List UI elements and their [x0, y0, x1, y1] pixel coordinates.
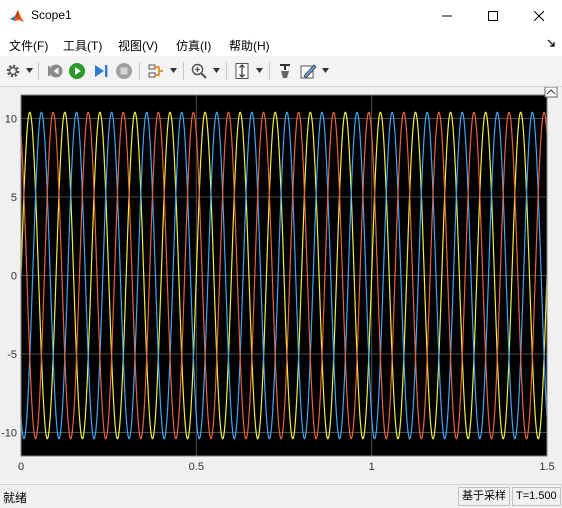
autoscale-icon	[235, 63, 249, 79]
style-icon	[300, 64, 317, 79]
undock-icon[interactable]	[544, 86, 558, 98]
pin-icon[interactable]	[546, 38, 556, 48]
status-text: 就绪	[3, 491, 28, 505]
y-tick-label: -10	[1, 427, 17, 439]
chevron-down-icon[interactable]	[322, 68, 329, 73]
signal-select-icon	[148, 64, 163, 78]
signal-select-button[interactable]	[146, 61, 166, 81]
step-forward-button[interactable]	[91, 61, 111, 81]
chevron-down-icon[interactable]	[256, 68, 263, 73]
zoom-icon	[191, 63, 207, 79]
y-tick-label: 0	[11, 271, 17, 283]
maximize-icon	[488, 11, 498, 21]
stop-button[interactable]	[114, 61, 134, 81]
zoom-button[interactable]	[189, 61, 209, 81]
highlight-button[interactable]	[275, 61, 295, 81]
minimize-icon	[442, 15, 452, 17]
minimize-button[interactable]	[424, 0, 470, 32]
settings-button[interactable]	[3, 61, 23, 81]
toolbar-separator	[269, 62, 270, 80]
sample-mode-label: 基于采样	[458, 487, 510, 506]
step-back-button[interactable]	[45, 61, 65, 81]
y-tick-label: 5	[11, 192, 17, 204]
plot-area: 0 0.5 1 1.5 10 5 0 -5 -10	[0, 86, 562, 483]
run-button[interactable]	[67, 61, 87, 81]
toolbar-separator	[139, 62, 140, 80]
menu-view[interactable]: 视图(V)	[118, 37, 158, 54]
gear-icon	[6, 64, 20, 78]
status-bar: 就绪 基于采样 T=1.500	[0, 484, 562, 508]
chevron-down-icon[interactable]	[170, 68, 177, 73]
step-back-icon	[48, 64, 63, 78]
x-tick-label: 0	[18, 461, 24, 473]
toolbar-separator	[38, 62, 39, 80]
stop-icon	[116, 63, 132, 79]
y-tick-label: -5	[7, 349, 17, 361]
run-icon	[69, 63, 85, 79]
toolbar-separator	[183, 62, 184, 80]
menu-simulation[interactable]: 仿真(I)	[176, 37, 211, 54]
menu-bar: 文件(F) 工具(T) 视图(V) 仿真(I) 帮助(H)	[0, 32, 562, 56]
x-tick-label: 0.5	[189, 461, 204, 473]
menu-help[interactable]: 帮助(H)	[229, 37, 270, 54]
window-title: Scope1	[31, 8, 72, 22]
toolbar-separator	[226, 62, 227, 80]
x-tick-label: 1.5	[539, 461, 554, 473]
time-readout: T=1.500	[512, 487, 561, 506]
close-button[interactable]	[516, 0, 562, 32]
step-forward-icon	[95, 65, 108, 77]
style-button[interactable]	[298, 61, 318, 81]
highlight-icon	[280, 64, 290, 78]
autoscale-button[interactable]	[232, 61, 252, 81]
toolbar	[0, 56, 562, 87]
menu-file[interactable]: 文件(F)	[9, 37, 48, 54]
menu-tools[interactable]: 工具(T)	[63, 37, 102, 54]
chevron-down-icon[interactable]	[213, 68, 220, 73]
x-tick-label: 1	[369, 461, 375, 473]
maximize-button[interactable]	[470, 0, 516, 32]
matlab-icon	[10, 10, 24, 22]
title-bar: Scope1	[0, 0, 562, 32]
scope-chart[interactable]: 0 0.5 1 1.5 10 5 0 -5 -10	[0, 86, 562, 483]
y-tick-label: 10	[5, 114, 17, 126]
close-icon	[534, 11, 544, 21]
chevron-down-icon[interactable]	[26, 68, 33, 73]
